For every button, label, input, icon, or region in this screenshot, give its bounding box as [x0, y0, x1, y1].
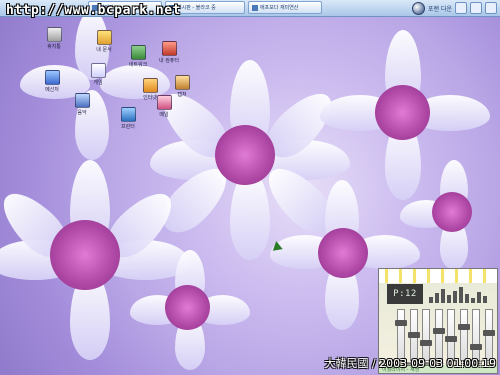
eq-slider[interactable]	[407, 309, 420, 361]
tray-label: 포랜 다운	[428, 5, 452, 13]
window-icon	[252, 4, 258, 11]
widget-lcd-display: P:12	[387, 284, 423, 304]
mouse-cursor-icon	[271, 240, 283, 251]
recycle-bin-icon	[46, 27, 62, 42]
eq-slider[interactable]	[470, 309, 483, 361]
my-computer-icon	[161, 41, 177, 56]
taskbar-button-label: 제시판 - 블라코 중	[177, 5, 216, 11]
internet-explorer-icon	[142, 78, 158, 93]
desktop-icon-recycle-bin[interactable]: 휴지통	[38, 27, 70, 50]
icon-label: 메일	[159, 112, 169, 118]
icon-label: 내 문서	[96, 47, 112, 53]
icon-label: 네트워크	[128, 62, 148, 68]
mail-icon	[156, 95, 172, 110]
icon-label: 메신저	[45, 87, 59, 93]
desktop-icon-game[interactable]: 게임	[82, 63, 114, 86]
system-tray: 포랜 다운	[412, 0, 500, 16]
eq-slider[interactable]	[420, 309, 433, 361]
game-icon	[90, 63, 106, 78]
widget-slider-group	[395, 309, 495, 361]
flower-bottom-center	[130, 250, 250, 370]
messenger-icon	[44, 70, 60, 85]
icon-label: 내 컴퓨터	[159, 58, 179, 64]
desktop-icon-my-documents[interactable]: 내 문서	[88, 30, 120, 53]
eq-slider[interactable]	[432, 309, 445, 361]
icon-label: 음악	[77, 110, 87, 116]
media-disc-icon[interactable]	[412, 1, 425, 15]
network-places-icon	[130, 45, 146, 60]
tray-app-icon[interactable]	[455, 2, 467, 14]
desktop-icon-printer[interactable]: 프린터	[112, 107, 144, 130]
eq-slider[interactable]	[482, 309, 495, 361]
desktop-icon-music[interactable]: 음악	[66, 93, 98, 116]
eq-slider[interactable]	[445, 309, 458, 361]
widget-decor-strip	[379, 269, 497, 283]
desktop-icon-network[interactable]: 네트워크	[122, 45, 154, 68]
widget-level-meter	[429, 285, 491, 303]
music-player-icon	[74, 93, 90, 108]
taskbar-button-3[interactable]: 애프보다 재미연산	[248, 1, 322, 14]
flower-far-right	[400, 160, 500, 270]
eq-slider[interactable]	[457, 309, 470, 361]
icon-label: 프린터	[121, 124, 135, 130]
taskbar-button-label: 애프보다 재미연산	[260, 5, 299, 11]
tray-app-icon[interactable]	[485, 2, 497, 14]
desktop-icon-my-computer[interactable]: 내 컴퓨터	[153, 41, 185, 64]
site-watermark: http://www.bcpark.net	[6, 3, 181, 18]
printer-icon	[120, 107, 136, 122]
tray-app-icon[interactable]	[470, 2, 482, 14]
icon-label: 게임	[93, 80, 103, 86]
icon-label: 휴지통	[47, 44, 61, 50]
eq-slider[interactable]	[395, 309, 407, 361]
desktop-icon-messenger[interactable]: 메신저	[36, 70, 68, 93]
butterfly-icon	[174, 75, 190, 90]
desktop-icon-mail[interactable]: 메일	[148, 95, 180, 118]
datetime-clock: 大韓民國 / 2003-09-03 01:00:19	[324, 357, 496, 370]
my-documents-icon	[96, 30, 112, 45]
